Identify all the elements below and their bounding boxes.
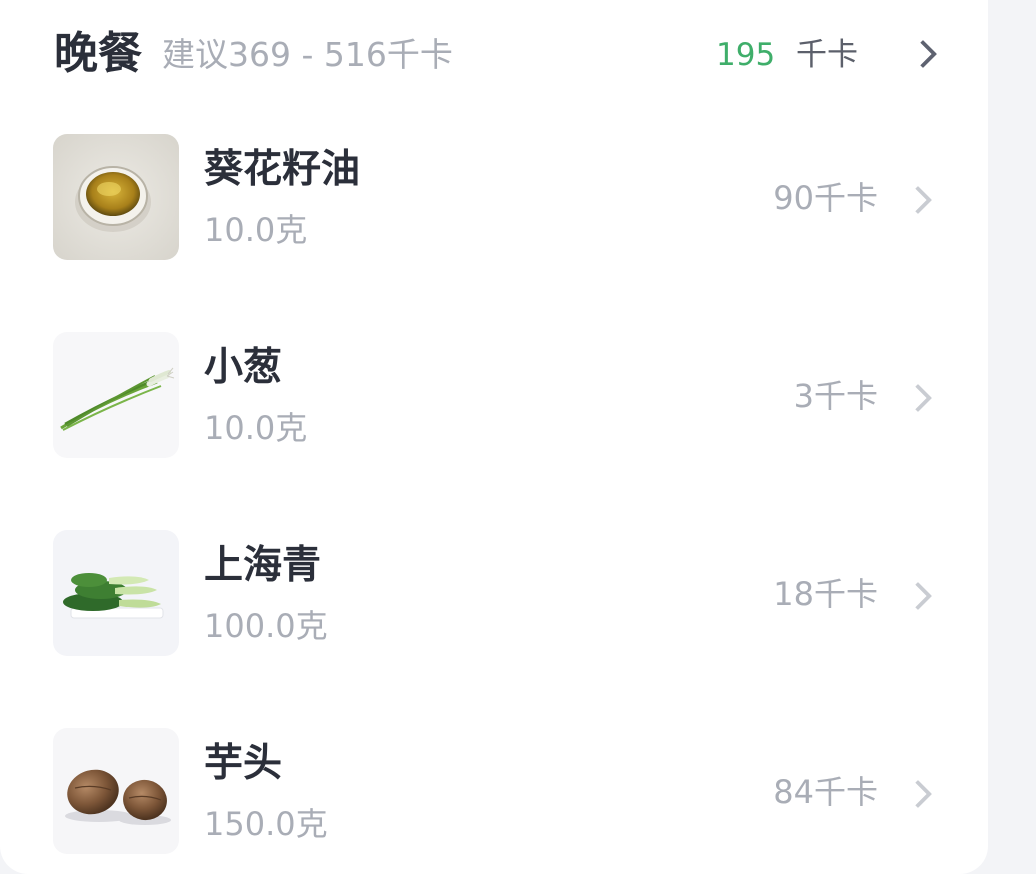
food-item[interactable]: 葵花籽油 10.0克 90千卡 (0, 134, 988, 260)
food-weight: 10.0克 (204, 409, 308, 447)
food-item[interactable]: 小葱 10.0克 3千卡 (0, 332, 988, 458)
meal-header[interactable]: 晚餐 建议369 - 516千卡 195 千卡 (0, 0, 988, 108)
food-name: 上海青 (204, 543, 322, 588)
food-calories: 90千卡 (773, 179, 878, 217)
taro-thumbnail (53, 728, 179, 854)
food-item[interactable]: 上海青 100.0克 18千卡 (0, 530, 988, 656)
food-calories: 84千卡 (773, 773, 878, 811)
meal-calories-unit: 千卡 (796, 37, 858, 73)
meal-suggested-range: 建议369 - 516千卡 (162, 35, 453, 74)
chevron-right-icon[interactable] (903, 383, 933, 413)
chevron-right-icon[interactable] (903, 581, 933, 611)
chevron-right-icon[interactable] (903, 185, 933, 215)
food-item[interactable]: 芋头 150.0克 84千卡 (0, 728, 988, 854)
food-name: 葵花籽油 (204, 147, 361, 192)
food-calories: 3千卡 (793, 377, 878, 415)
dinner-card: 晚餐 建议369 - 516千卡 195 千卡 葵花籽油 10.0克 90千卡 … (0, 0, 988, 874)
chevron-right-icon[interactable] (908, 39, 938, 69)
food-name: 芋头 (204, 741, 283, 786)
food-name: 小葱 (204, 345, 283, 390)
food-weight: 150.0克 (204, 805, 328, 843)
food-weight: 100.0克 (204, 607, 328, 645)
scallion-thumbnail (53, 332, 179, 458)
meal-title: 晚餐 (54, 28, 142, 79)
meal-total-calories: 195 (716, 37, 776, 73)
sunflower-oil-thumbnail (53, 134, 179, 260)
food-calories: 18千卡 (773, 575, 878, 613)
chevron-right-icon[interactable] (903, 779, 933, 809)
bok-choy-thumbnail (53, 530, 179, 656)
food-weight: 10.0克 (204, 211, 308, 249)
